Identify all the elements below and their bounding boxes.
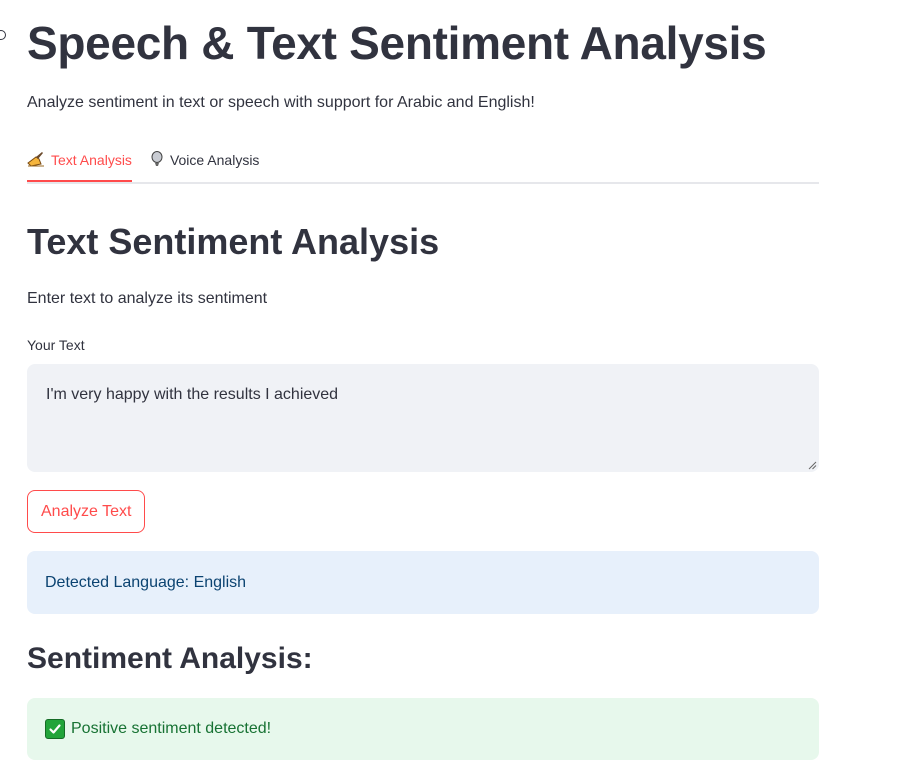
text-input[interactable]: I'm very happy with the results I achiev… [27,364,819,472]
link-anchor-icon[interactable] [0,30,6,40]
tab-bar: Text Analysis Voice Analysis [27,140,819,184]
page-title: Speech & Text Sentiment Analysis [27,17,767,69]
tab-text-analysis[interactable]: Text Analysis [27,140,132,182]
tab-label: Voice Analysis [169,152,260,168]
tab-label: Text Analysis [51,152,132,168]
page-subtitle: Analyze sentiment in text or speech with… [27,94,535,111]
microphone-icon [150,151,164,169]
check-mark-icon [45,719,65,739]
section-description: Enter text to analyze its sentiment [27,290,268,307]
tab-voice-analysis[interactable]: Voice Analysis [150,140,260,180]
section-title: Text Sentiment Analysis [27,221,440,262]
sentiment-success-alert: Positive sentiment detected! [27,698,819,760]
detected-language-alert: Detected Language: English [27,551,819,614]
resize-handle-icon[interactable] [807,460,817,470]
sentiment-title: Sentiment Analysis: [27,642,313,675]
analyze-text-button[interactable]: Analyze Text [27,490,146,533]
writing-hand-icon [27,151,45,169]
text-input-label: Your Text [27,337,85,353]
text-input-value: I'm very happy with the results I achiev… [46,386,339,403]
sentiment-message: Positive sentiment detected! [71,720,272,737]
detected-language-text: Detected Language: English [45,573,247,591]
